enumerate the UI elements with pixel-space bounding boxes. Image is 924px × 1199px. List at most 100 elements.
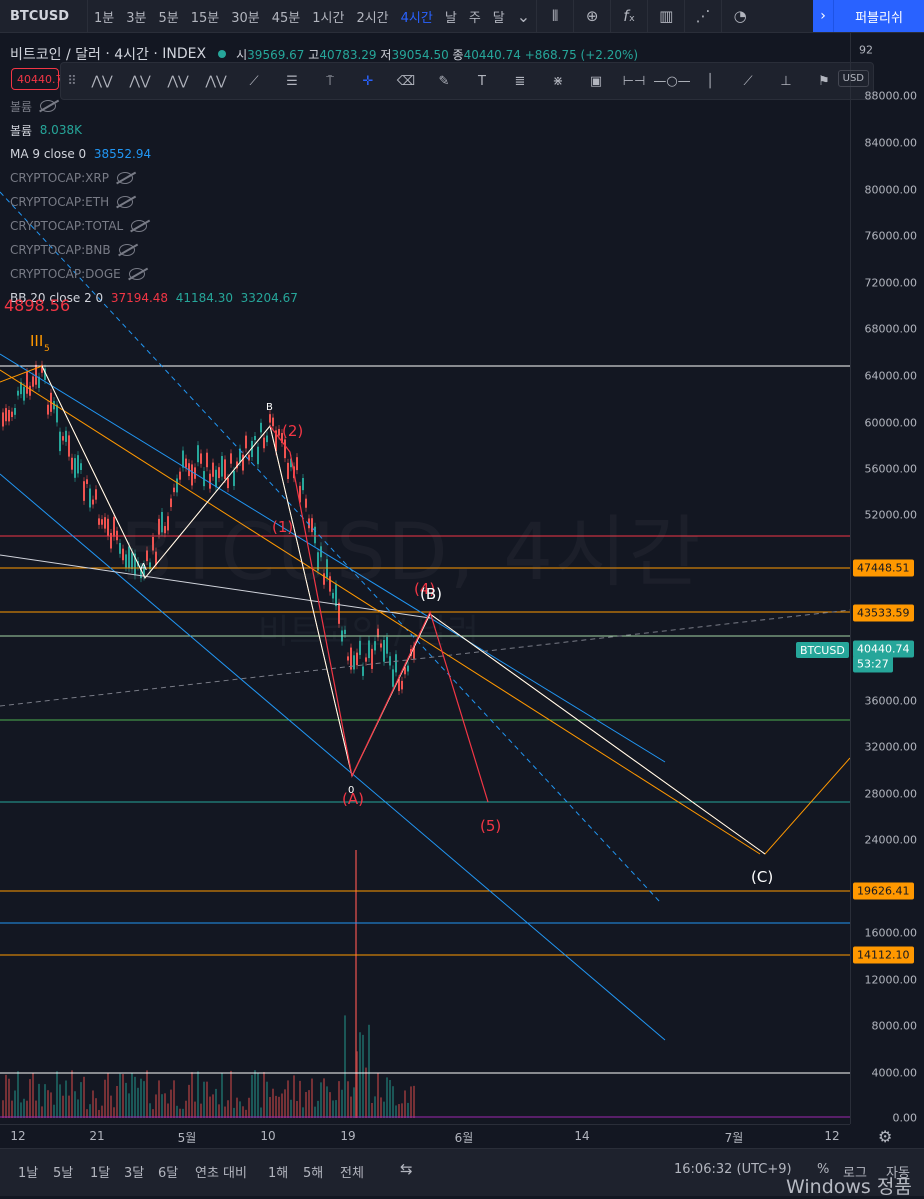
pattern-wxy-icon[interactable]: ⋀⋁: [159, 63, 197, 99]
horizontal-ray-icon[interactable]: —○—: [653, 63, 691, 99]
range-button[interactable]: 전체: [340, 1162, 364, 1181]
crosshair-icon[interactable]: ✛: [349, 63, 387, 99]
wave-label-w2[interactable]: (2): [282, 422, 303, 440]
candle: [218, 467, 220, 479]
eraser-icon[interactable]: ⌫: [387, 63, 425, 99]
time-axis[interactable]: 12 21 5월 10 19 6월 14 7월 12: [0, 1124, 850, 1149]
eye-hidden-icon[interactable]: [116, 172, 133, 184]
wave-label-A[interactable]: A: [140, 562, 147, 573]
currency-badge[interactable]: USD: [837, 70, 869, 87]
indicators-fx-icon[interactable]: fₓ: [610, 0, 647, 32]
alert-icon[interactable]: ⋰: [684, 0, 721, 32]
wave-label-wB[interactable]: (B): [420, 585, 442, 603]
eye-hidden-icon[interactable]: [128, 268, 145, 280]
brush-icon[interactable]: ✎: [425, 63, 463, 99]
ray-icon[interactable]: ⟋: [729, 63, 767, 99]
interval-3[interactable]: 15분: [185, 7, 226, 26]
wave-label-wave_top_sub[interactable]: 5: [44, 344, 50, 354]
candle: [287, 462, 289, 479]
vertical-line-icon[interactable]: │: [691, 63, 729, 99]
eye-hidden-icon[interactable]: [118, 244, 135, 256]
clock-time[interactable]: 16:06:32 (UTC+9): [674, 1162, 792, 1177]
volume-bar: [320, 1082, 322, 1118]
drag-handle-icon[interactable]: ⠿: [61, 63, 83, 99]
candle: [389, 656, 391, 666]
date-range-icon[interactable]: ⊢⊣: [615, 63, 653, 99]
volume-bar: [248, 1097, 250, 1118]
range-button[interactable]: 3달: [124, 1162, 144, 1181]
wave-label-w5[interactable]: (5): [480, 817, 501, 835]
pattern-abc-icon[interactable]: ⋀⋁: [121, 63, 159, 99]
range-button[interactable]: 5날: [53, 1162, 73, 1181]
wave-label-wA_small[interactable]: 0: [348, 785, 354, 796]
wave-label-wC[interactable]: (C): [751, 868, 773, 886]
candle: [65, 430, 67, 442]
price-label[interactable]: 19626.41: [853, 882, 914, 900]
interval-6[interactable]: 1시간: [306, 7, 350, 26]
volume-bar: [293, 1075, 295, 1118]
price-label[interactable]: 47448.51: [853, 559, 914, 577]
wave-label-w1[interactable]: (1): [272, 518, 293, 536]
price-label[interactable]: 14112.10: [853, 946, 914, 964]
candle: [197, 445, 199, 463]
volume-bar: [278, 1096, 280, 1118]
interval-11[interactable]: 달: [487, 7, 511, 26]
horizontal-lines-icon[interactable]: ☰: [273, 63, 311, 99]
price-label[interactable]: 43533.59: [853, 604, 914, 622]
wave-label-top_price[interactable]: 4898.56: [4, 296, 70, 315]
range-button[interactable]: 1날: [18, 1162, 38, 1181]
fib-fan-icon[interactable]: ⋇: [539, 63, 577, 99]
templates-icon[interactable]: ▥: [647, 0, 684, 32]
range-button[interactable]: 1달: [90, 1162, 110, 1181]
interval-4[interactable]: 30분: [225, 7, 266, 26]
goto-date-icon[interactable]: ⇆: [400, 1160, 413, 1178]
candle-style-icon[interactable]: ⫴: [536, 0, 573, 32]
interval-2[interactable]: 5분: [152, 7, 184, 26]
replay-clock-icon[interactable]: ◔: [721, 0, 758, 32]
interval-9[interactable]: 날: [439, 7, 463, 26]
wave-label-B[interactable]: B: [266, 402, 273, 413]
eye-hidden-icon[interactable]: [40, 100, 57, 112]
range-button[interactable]: 6달: [158, 1162, 178, 1181]
rectangle-icon[interactable]: ▣: [577, 63, 615, 99]
interval-10[interactable]: 주: [463, 7, 487, 26]
price-marker-icon[interactable]: ⍑: [311, 63, 349, 99]
interval-1[interactable]: 3분: [120, 7, 152, 26]
publish-button[interactable]: 퍼블리쉬: [834, 0, 924, 32]
hidden-indicator-row: CRYPTOCAP:XRP: [10, 166, 638, 190]
chevron-down-icon[interactable]: ⌄: [511, 7, 536, 26]
trend-line-icon[interactable]: ⟋: [235, 63, 273, 99]
interval-8[interactable]: 4시간: [395, 7, 439, 26]
range-button[interactable]: 연초 대비: [195, 1162, 247, 1181]
price-tick: 28000.00: [864, 787, 918, 801]
price-axis[interactable]: 92 USD 88000.00 84000.00 80000.00 76000.00 7…: [837, 32, 924, 1125]
compare-plus-icon[interactable]: ⊕: [573, 0, 610, 32]
eye-hidden-icon[interactable]: [117, 196, 134, 208]
open-label: 시: [236, 47, 248, 62]
volume-bar: [29, 1079, 31, 1118]
candle: [353, 655, 355, 670]
symbol-search[interactable]: BTCUSD: [0, 0, 88, 32]
settings-gear-icon[interactable]: ⚙: [878, 1127, 892, 1146]
volume-bar: [338, 1081, 340, 1118]
interval-7[interactable]: 2시간: [350, 7, 394, 26]
interval-0[interactable]: 1분: [88, 7, 120, 26]
candle: [113, 516, 115, 537]
volume-bar: [281, 1093, 283, 1118]
pattern-12345-icon[interactable]: ⋀⋁: [83, 63, 121, 99]
close-value: 40440.74: [463, 47, 521, 62]
interval-5[interactable]: 45분: [266, 7, 307, 26]
range-button[interactable]: 1해: [268, 1162, 288, 1181]
text-icon[interactable]: T: [463, 63, 501, 99]
eye-hidden-icon[interactable]: [131, 220, 148, 232]
fib-retracement-icon[interactable]: ≣: [501, 63, 539, 99]
range-button[interactable]: 5해: [303, 1162, 323, 1181]
chevron-right-icon[interactable]: ›: [813, 0, 834, 32]
wave-label-wave_top[interactable]: III: [30, 332, 43, 350]
volume-bar: [53, 1104, 55, 1118]
price-label[interactable]: 53:27: [853, 655, 893, 673]
pattern-ae-icon[interactable]: ⋀⋁: [197, 63, 235, 99]
current-price-box[interactable]: 40440.7: [11, 68, 63, 90]
candle: [395, 654, 397, 673]
price-range-icon[interactable]: ⊥: [767, 63, 805, 99]
